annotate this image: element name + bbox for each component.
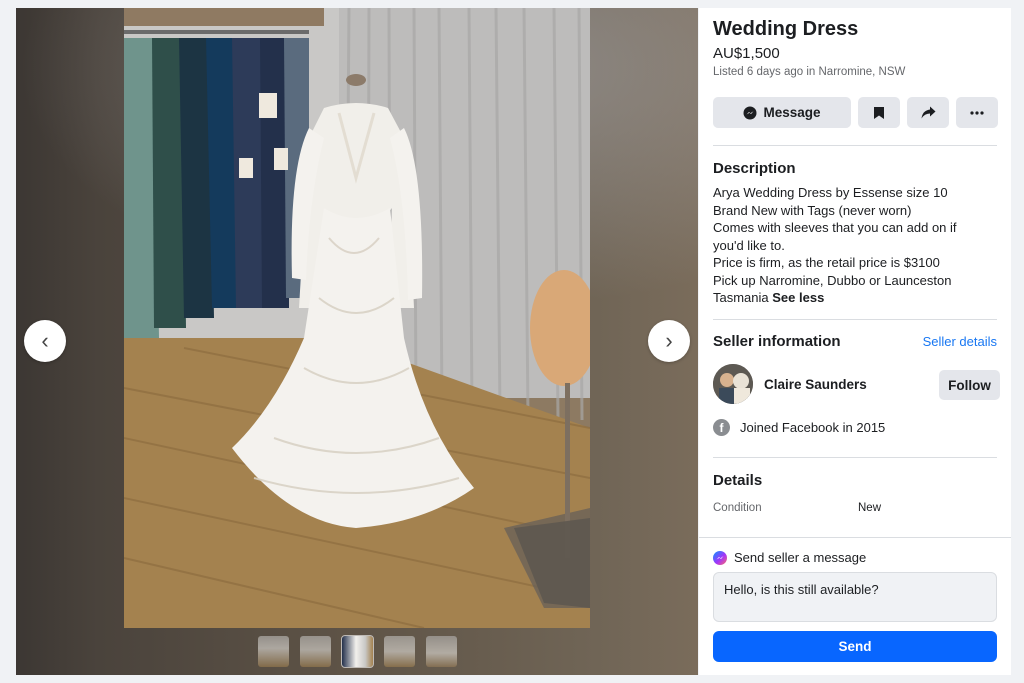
see-less-link[interactable]: See less xyxy=(772,290,824,305)
message-button[interactable]: Message xyxy=(713,97,851,128)
description-line: Brand New with Tags (never worn) xyxy=(713,202,912,218)
description-last-line: Tasmania See less xyxy=(713,289,985,307)
divider xyxy=(713,319,997,320)
share-icon xyxy=(921,106,935,119)
send-seller-label: Send seller a message xyxy=(734,550,867,565)
description-line: Arya Wedding Dress by Essense size 10 xyxy=(713,185,948,200)
messenger-icon xyxy=(713,550,727,565)
message-input[interactable]: Hello, is this still available? xyxy=(713,572,997,622)
divider xyxy=(713,457,997,458)
description-line: Pick up Narromine, Dubbo or Launceston xyxy=(713,272,952,288)
messenger-icon xyxy=(743,106,757,119)
wedding-dress-photo xyxy=(124,8,590,628)
condition-value: New xyxy=(858,502,882,514)
listing-title: Wedding Dress xyxy=(713,18,859,40)
photo-thumbnail[interactable] xyxy=(258,636,289,667)
save-button[interactable] xyxy=(858,97,900,128)
chevron-right-icon: › xyxy=(665,328,673,353)
share-button[interactable] xyxy=(907,97,949,128)
description-heading: Description xyxy=(713,160,796,177)
divider xyxy=(713,145,997,146)
next-photo-button[interactable]: › xyxy=(648,320,690,362)
send-button[interactable]: Send xyxy=(713,631,997,662)
message-button-label: Message xyxy=(763,105,821,120)
facebook-icon: f xyxy=(713,419,730,436)
follow-button[interactable]: Follow xyxy=(939,370,1000,400)
seller-avatar-image xyxy=(713,364,753,404)
seller-name[interactable]: Claire Saunders xyxy=(764,377,867,392)
description-line: Price is firm, as the retail price is $3… xyxy=(713,255,940,270)
listing-price: AU$1,500 xyxy=(713,45,780,62)
description-text: Arya Wedding Dress by Essense size 10 Br… xyxy=(713,184,985,307)
avatar[interactable] xyxy=(713,364,753,404)
action-bar: Message xyxy=(713,97,998,128)
photo-thumbnail[interactable] xyxy=(426,636,457,667)
thumbnail-strip xyxy=(258,635,457,668)
previous-photo-button[interactable]: ‹ xyxy=(24,320,66,362)
send-seller-header: Send seller a message xyxy=(713,550,866,565)
description-line: Comes with sleeves that you can add on i… xyxy=(713,220,957,253)
listing-meta: Listed 6 days ago in Narromine, NSW xyxy=(713,66,906,78)
seller-info-heading: Seller information xyxy=(713,333,841,350)
seller-joined-row: f Joined Facebook in 2015 xyxy=(713,419,885,436)
listing-info-panel: Wedding Dress AU$1,500 Listed 6 days ago… xyxy=(699,8,1011,675)
details-heading: Details xyxy=(713,472,763,489)
seller-details-link[interactable]: Seller details xyxy=(923,334,997,349)
photo-thumbnail[interactable] xyxy=(300,636,331,667)
seller-joined-text: Joined Facebook in 2015 xyxy=(740,420,886,435)
media-viewer: ‹ › xyxy=(16,8,698,675)
bookmark-icon xyxy=(874,106,884,119)
message-seller-box: Send seller a message Hello, is this sti… xyxy=(699,537,1011,675)
more-icon xyxy=(970,110,984,115)
chevron-left-icon: ‹ xyxy=(41,328,49,353)
photo-thumbnail-active[interactable] xyxy=(341,635,374,668)
condition-label: Condition xyxy=(713,502,762,514)
listing-photo[interactable] xyxy=(124,8,590,628)
more-options-button[interactable] xyxy=(956,97,998,128)
description-line: Tasmania xyxy=(713,290,769,305)
photo-thumbnail[interactable] xyxy=(384,636,415,667)
